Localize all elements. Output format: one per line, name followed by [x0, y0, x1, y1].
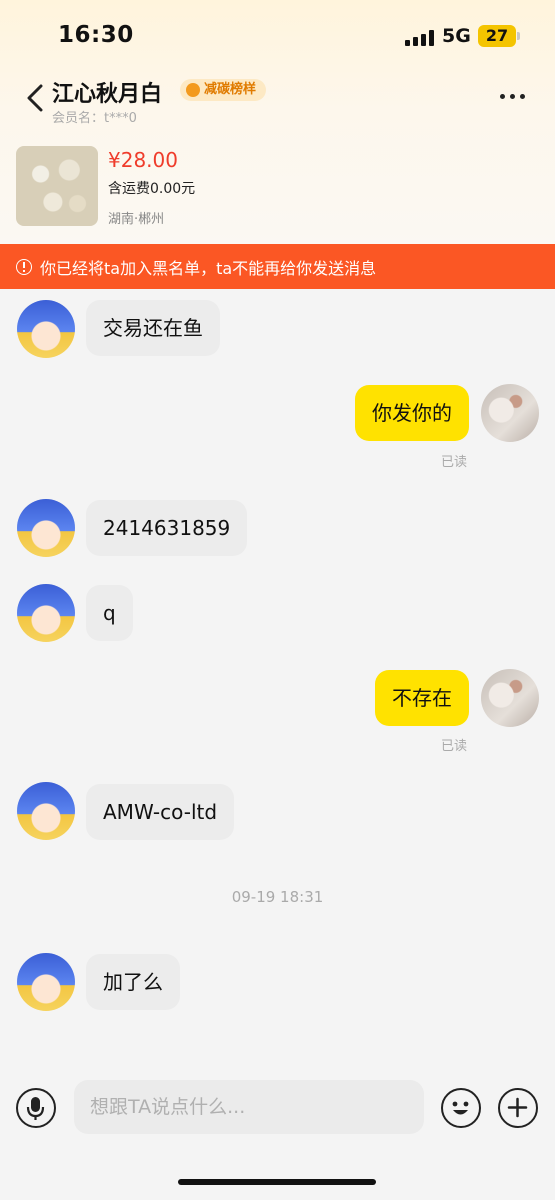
back-icon[interactable] [24, 84, 48, 112]
contact-name[interactable]: 江心秋月白 [52, 76, 162, 108]
network-label: 5G [442, 25, 471, 47]
home-indicator [178, 1179, 376, 1185]
message-bubble[interactable]: 2414631859 [86, 500, 248, 556]
warning-icon [16, 258, 32, 275]
avatar[interactable] [17, 953, 75, 1011]
product-location: 湖南·郴州 [108, 212, 165, 227]
avatar[interactable] [17, 584, 75, 642]
read-status: 已读 [441, 739, 468, 754]
avatar[interactable] [481, 384, 539, 442]
product-price: ¥28.00 [108, 148, 178, 172]
message-bubble[interactable]: 不存在 [375, 670, 469, 726]
mic-icon[interactable] [16, 1088, 56, 1128]
message-timestamp: 09-19 18:31 [231, 888, 324, 906]
battery-icon: 27 [478, 25, 516, 47]
product-image[interactable] [16, 146, 98, 226]
plus-icon[interactable] [498, 1088, 538, 1128]
product-shipping: 含运费0.00元 [108, 181, 196, 197]
avatar[interactable] [17, 300, 75, 358]
message-bubble[interactable]: q [86, 585, 133, 641]
signal-icon [405, 30, 435, 46]
message-bubble[interactable]: 交易还在鱼 [86, 300, 220, 356]
message-bubble[interactable]: AMW-co-ltd [86, 784, 235, 840]
emoji-icon[interactable] [441, 1088, 481, 1128]
status-time: 16:30 [58, 22, 134, 48]
blacklist-banner: 你已经将ta加入黑名单，ta不能再给你发送消息 [0, 244, 555, 289]
read-status: 已读 [441, 455, 468, 470]
badge-icon [186, 83, 200, 97]
member-name: 会员名：t***0 [52, 111, 137, 126]
battery-tip [517, 32, 520, 40]
message-bubble[interactable]: 加了么 [86, 954, 180, 1010]
more-icon[interactable] [500, 94, 525, 99]
avatar[interactable] [17, 782, 75, 840]
avatar[interactable] [17, 499, 75, 557]
message-bubble[interactable]: 你发你的 [355, 385, 469, 441]
badge-label: 减碳榜样 [204, 82, 257, 97]
message-input[interactable] [74, 1080, 424, 1134]
avatar[interactable] [481, 669, 539, 727]
carbon-badge[interactable]: 减碳榜样 [180, 79, 267, 101]
banner-text: 你已经将ta加入黑名单，ta不能再给你发送消息 [40, 258, 377, 278]
